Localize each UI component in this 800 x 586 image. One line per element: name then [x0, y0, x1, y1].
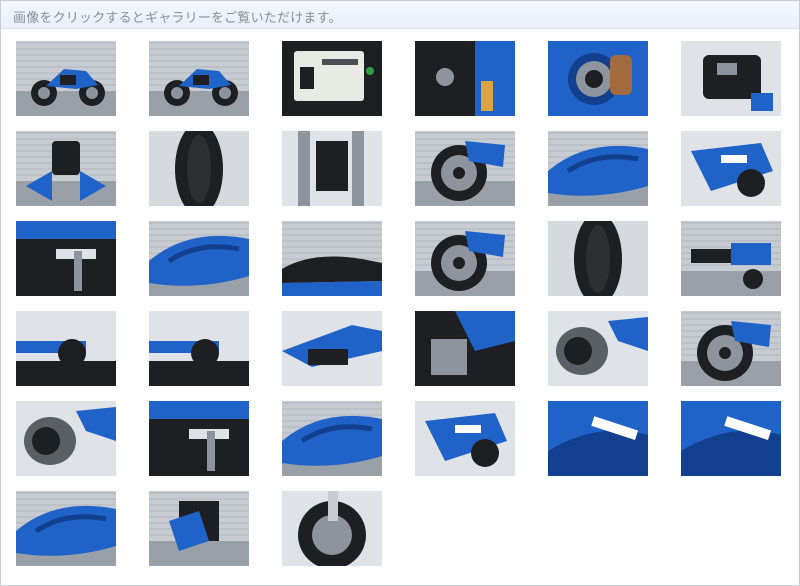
thumbnail-image [149, 491, 249, 566]
thumbnail-image [282, 491, 382, 566]
thumbnail-image [548, 41, 648, 116]
gallery-thumbnail[interactable] [415, 311, 515, 386]
gallery-thumbnail[interactable] [548, 41, 648, 116]
gallery-thumbnail[interactable] [415, 131, 515, 206]
thumbnail-image [16, 311, 116, 386]
thumbnail-image [415, 131, 515, 206]
thumbnail-image [16, 131, 116, 206]
gallery-thumbnail[interactable] [681, 131, 781, 206]
gallery-thumbnail[interactable] [16, 311, 116, 386]
thumbnail-image [16, 401, 116, 476]
gallery-thumbnail[interactable] [149, 131, 249, 206]
thumbnail-image [415, 41, 515, 116]
thumbnail-image [681, 311, 781, 386]
gallery-thumbnail[interactable] [149, 221, 249, 296]
gallery-thumbnail[interactable] [282, 131, 382, 206]
gallery-thumbnail[interactable] [548, 131, 648, 206]
gallery-thumbnail[interactable] [282, 401, 382, 476]
gallery-thumbnail[interactable] [681, 41, 781, 116]
gallery-thumbnail[interactable] [149, 491, 249, 566]
thumbnail-image [681, 401, 781, 476]
thumbnail-image [149, 401, 249, 476]
thumbnail-image [415, 311, 515, 386]
thumbnail-image [16, 41, 116, 116]
thumbnail-image [149, 311, 249, 386]
gallery-thumbnail[interactable] [548, 311, 648, 386]
gallery-thumbnail[interactable] [282, 311, 382, 386]
thumbnail-image [149, 131, 249, 206]
gallery-thumbnail[interactable] [282, 221, 382, 296]
gallery-thumbnail[interactable] [16, 401, 116, 476]
thumbnail-image [149, 221, 249, 296]
gallery-thumbnail[interactable] [16, 221, 116, 296]
gallery-thumbnail[interactable] [415, 221, 515, 296]
gallery-thumbnail[interactable] [16, 41, 116, 116]
thumbnail-image [149, 41, 249, 116]
thumbnail-image [415, 221, 515, 296]
thumbnail-image [282, 311, 382, 386]
thumbnail-image [282, 41, 382, 116]
thumbnail-image [548, 311, 648, 386]
thumbnail-grid [16, 41, 796, 581]
gallery-thumbnail[interactable] [16, 491, 116, 566]
thumbnail-image [548, 221, 648, 296]
thumbnail-image [282, 221, 382, 296]
thumbnail-image [681, 221, 781, 296]
gallery-thumbnail[interactable] [548, 401, 648, 476]
gallery-thumbnail[interactable] [149, 41, 249, 116]
thumbnail-image [16, 491, 116, 566]
gallery-thumbnail[interactable] [681, 401, 781, 476]
gallery-thumbnail[interactable] [149, 311, 249, 386]
gallery-thumbnail[interactable] [149, 401, 249, 476]
thumbnail-image [548, 131, 648, 206]
thumbnail-image [282, 401, 382, 476]
gallery-thumbnail[interactable] [415, 41, 515, 116]
gallery-instruction-text: 画像をクリックするとギャラリーをご覧いただけます。 [13, 11, 342, 26]
gallery-thumbnail[interactable] [681, 311, 781, 386]
gallery-header: 画像をクリックするとギャラリーをご覧いただけます。 [1, 1, 799, 29]
thumbnail-image [415, 401, 515, 476]
thumbnail-image [548, 401, 648, 476]
gallery-thumbnail[interactable] [282, 41, 382, 116]
gallery-thumbnail[interactable] [282, 491, 382, 566]
thumbnail-image [681, 41, 781, 116]
thumbnail-image [681, 131, 781, 206]
thumbnail-image [282, 131, 382, 206]
gallery-thumbnail[interactable] [415, 401, 515, 476]
gallery-thumbnail[interactable] [681, 221, 781, 296]
gallery-frame: 画像をクリックするとギャラリーをご覧いただけます。 [0, 0, 800, 586]
gallery-thumbnail[interactable] [548, 221, 648, 296]
thumbnail-image [16, 221, 116, 296]
gallery-thumbnail[interactable] [16, 131, 116, 206]
